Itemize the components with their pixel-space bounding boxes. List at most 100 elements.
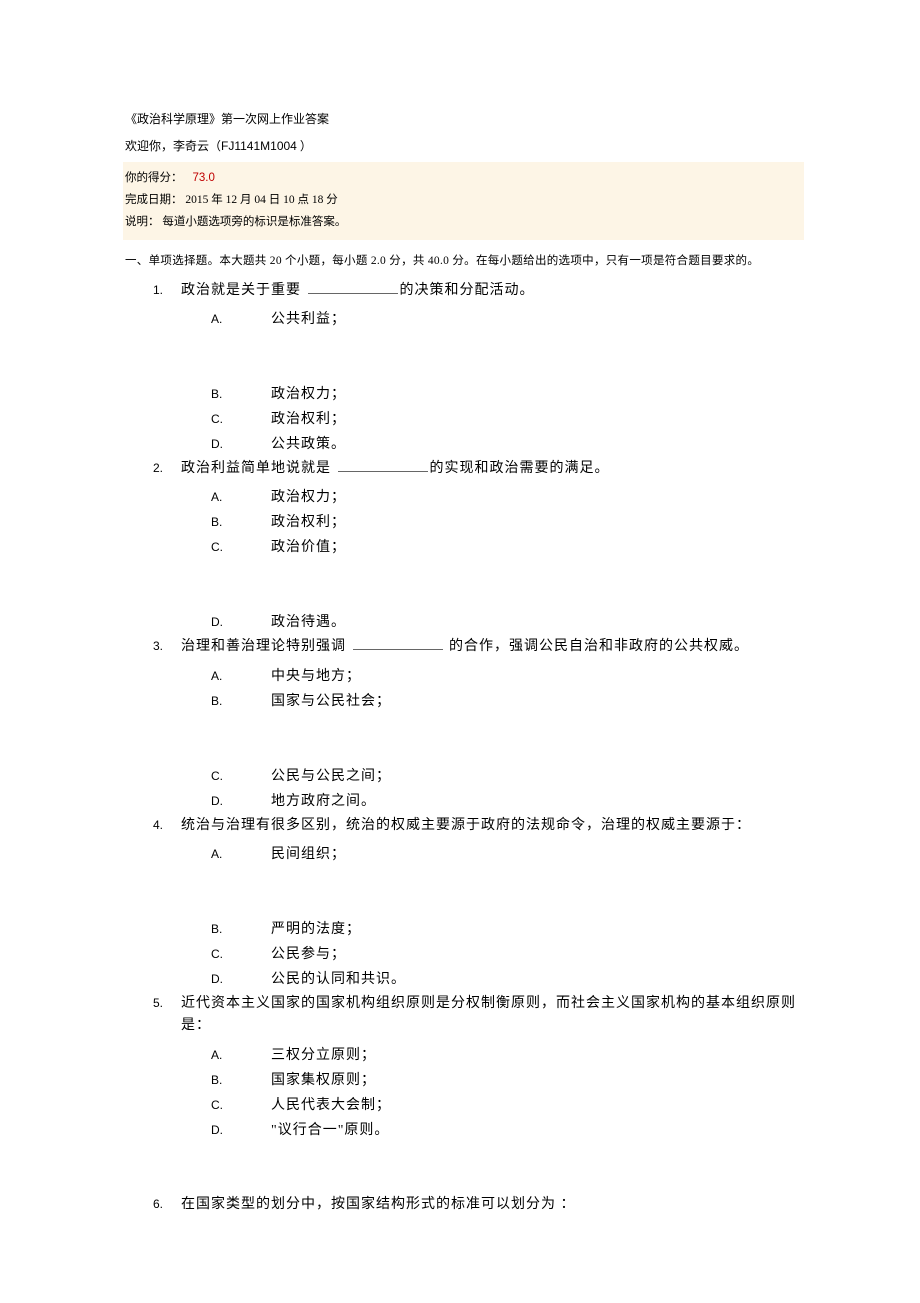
option-letter: B. xyxy=(211,387,271,401)
question-row: 2.政治利益简单地说就是 的实现和政治需要的满足。 xyxy=(153,458,800,480)
option-letter: C. xyxy=(211,1098,271,1112)
question-number: 5. xyxy=(153,996,181,1010)
question-number: 6. xyxy=(153,1197,181,1211)
option-text: 地方政府之间。 xyxy=(271,790,376,810)
option-letter: D. xyxy=(211,794,271,808)
option-text: 国家与公民社会； xyxy=(271,690,391,710)
option-letter: B. xyxy=(211,515,271,529)
option-text: "议行合一"原则。 xyxy=(271,1119,389,1139)
option-row: C.政治权利； xyxy=(153,408,800,428)
option-text: 政治价值； xyxy=(271,536,346,556)
option-letter: C. xyxy=(211,540,271,554)
option-row: C.政治价值； xyxy=(153,536,800,556)
option-text: 中央与地方； xyxy=(271,665,361,685)
option-letter: D. xyxy=(211,615,271,629)
question-text: 在国家类型的划分中，按国家结构形式的标准可以划分为 ： xyxy=(181,1194,576,1216)
option-letter: D. xyxy=(211,1123,271,1137)
welcome-id: FJ1141M1004 xyxy=(221,139,297,153)
option-text: 公民参与； xyxy=(271,943,346,963)
option-text: 政治权利； xyxy=(271,511,346,531)
option-letter: C. xyxy=(211,769,271,783)
gap xyxy=(153,1144,800,1194)
section-intro: 一、单项选择题。本大题共 20 个小题，每小题 2.0 分，共 40.0 分。在… xyxy=(125,252,800,268)
option-text: 民间组织； xyxy=(271,843,346,863)
score-value: 73.0 xyxy=(193,172,215,184)
question-text-a: 在国家类型的划分中，按国家结构形式的标准可以划分为 ： xyxy=(181,1197,576,1212)
option-row: A.政治权力； xyxy=(153,486,800,506)
gap xyxy=(153,868,800,918)
option-text: 三权分立原则； xyxy=(271,1044,376,1064)
fill-blank xyxy=(338,471,428,472)
question-row: 1.政治就是关于重要 的决策和分配活动。 xyxy=(153,280,800,302)
option-text: 公共政策。 xyxy=(271,433,346,453)
question-block: 3.治理和善治理论特别强调 的合作，强调公民自治和非政府的公共权威。 A.中央与地… xyxy=(153,636,800,809)
question-row: 4.统治与治理有很多区别，统治的权威主要源于政府的法规命令，治理的权威主要源于： xyxy=(153,815,800,837)
option-row: B.严明的法度； xyxy=(153,918,800,938)
question-text-a: 政治利益简单地说就是 xyxy=(181,461,336,476)
option-row: B.政治权力； xyxy=(153,383,800,403)
score-line: 你的得分：73.0 xyxy=(125,168,800,190)
option-text: 公共利益； xyxy=(271,308,346,328)
question-row: 6.在国家类型的划分中，按国家结构形式的标准可以划分为 ： xyxy=(153,1194,800,1216)
note-line: 说明： 每道小题选项旁的标识是标准答案。 xyxy=(125,212,800,234)
welcome-prefix: 欢迎你，李奇云（ xyxy=(125,139,221,153)
question-text: 政治利益简单地说就是 的实现和政治需要的满足。 xyxy=(181,458,610,480)
question-text-b: 的合作，强调公民自治和非政府的公共权威。 xyxy=(445,639,750,654)
question-block: 5.近代资本主义国家的国家机构组织原则是分权制衡原则，而社会主义国家机构的基本组… xyxy=(153,993,800,1194)
option-text: 公民的认同和共识。 xyxy=(271,968,406,988)
option-row: D.公共政策。 xyxy=(153,433,800,453)
fill-blank xyxy=(353,649,443,650)
question-block: 2.政治利益简单地说就是 的实现和政治需要的满足。A.政治权力；B.政治权利；C… xyxy=(153,458,800,631)
option-row: C.公民参与； xyxy=(153,943,800,963)
option-letter: A. xyxy=(211,847,271,861)
gap xyxy=(153,561,800,611)
option-text: 政治权力； xyxy=(271,486,346,506)
option-letter: A. xyxy=(211,1048,271,1062)
question-text-b: 的实现和政治需要的满足。 xyxy=(430,461,610,476)
option-row: A.三权分立原则； xyxy=(153,1044,800,1064)
option-row: A.中央与地方； xyxy=(153,665,800,685)
option-row: A.公共利益； xyxy=(153,308,800,328)
option-letter: B. xyxy=(211,922,271,936)
fill-blank xyxy=(308,293,398,294)
question-text-b: 的决策和分配活动。 xyxy=(400,283,535,298)
option-letter: B. xyxy=(211,694,271,708)
question-text-a: 政治就是关于重要 xyxy=(181,283,306,298)
doc-title: 《政治科学原理》第一次网上作业答案 xyxy=(125,110,800,127)
question-block: 4.统治与治理有很多区别，统治的权威主要源于政府的法规命令，治理的权威主要源于：… xyxy=(153,815,800,988)
question-text-a: 统治与治理有很多区别，统治的权威主要源于政府的法规命令，治理的权威主要源于： xyxy=(181,818,751,833)
question-number: 1. xyxy=(153,283,181,297)
gap xyxy=(153,333,800,383)
option-row: C.公民与公民之间； xyxy=(153,765,800,785)
option-row: D."议行合一"原则。 xyxy=(153,1119,800,1139)
option-row: B.政治权利； xyxy=(153,511,800,531)
option-letter: C. xyxy=(211,947,271,961)
option-text: 严明的法度； xyxy=(271,918,361,938)
question-number: 2. xyxy=(153,461,181,475)
option-row: B.国家与公民社会； xyxy=(153,690,800,710)
question-number: 3. xyxy=(153,639,181,653)
option-text: 政治待遇。 xyxy=(271,611,346,631)
option-text: 公民与公民之间； xyxy=(271,765,391,785)
option-letter: B. xyxy=(211,1073,271,1087)
option-row: D.政治待遇。 xyxy=(153,611,800,631)
option-text: 国家集权原则； xyxy=(271,1069,376,1089)
option-row: A.民间组织； xyxy=(153,843,800,863)
question-text: 近代资本主义国家的国家机构组织原则是分权制衡原则，而社会主义国家机构的基本组织原… xyxy=(181,993,800,1038)
score-info-box: 你的得分：73.0 完成日期： 2015 年 12 月 04 日 10 点 18… xyxy=(123,162,804,240)
question-text: 统治与治理有很多区别，统治的权威主要源于政府的法规命令，治理的权威主要源于： xyxy=(181,815,751,837)
option-letter: A. xyxy=(211,490,271,504)
option-letter: D. xyxy=(211,972,271,986)
question-block: 1.政治就是关于重要 的决策和分配活动。 A.公共利益； B.政治权力； C.政治权利… xyxy=(153,280,800,453)
question-text: 政治就是关于重要 的决策和分配活动。 xyxy=(181,280,535,302)
option-letter: C. xyxy=(211,412,271,426)
option-letter: A. xyxy=(211,669,271,683)
question-number: 4. xyxy=(153,818,181,832)
option-row: D.地方政府之间。 xyxy=(153,790,800,810)
question-text-a: 近代资本主义国家的国家机构组织原则是分权制衡原则，而社会主义国家机构的基本组织原… xyxy=(181,996,796,1033)
welcome-suffix: ） xyxy=(297,139,312,153)
option-letter: A. xyxy=(211,312,271,326)
question-text-a: 治理和善治理论特别强调 xyxy=(181,639,351,654)
option-row: D.公民的认同和共识。 xyxy=(153,968,800,988)
question-row: 5.近代资本主义国家的国家机构组织原则是分权制衡原则，而社会主义国家机构的基本组… xyxy=(153,993,800,1038)
